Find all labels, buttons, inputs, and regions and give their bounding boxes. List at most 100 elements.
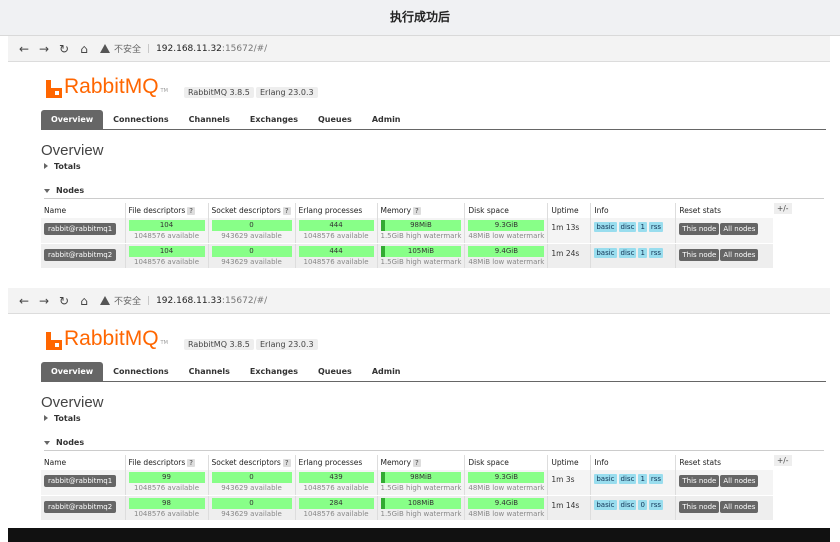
col-uptime: Uptime [547,455,592,470]
col-reset-stats: Reset stats [675,203,773,218]
back-arrow-icon[interactable]: ← [14,294,34,308]
reset-this-node-button[interactable]: This node [679,223,720,235]
overview-heading: Overview [41,394,104,411]
reset-this-node-button[interactable]: This node [679,248,720,261]
reset-this-node-button[interactable]: This node [679,475,720,487]
reset-this-node-button[interactable]: This node [679,500,720,513]
node-link[interactable]: rabbit@rabbitmq1 [44,475,117,487]
main-tabs: Overview Connections Channels Exchanges … [41,362,826,382]
rabbitmq-header: RabbitMQ TM RabbitMQ 3.8.5 Erlang 23.0.3 [8,314,830,362]
node-link[interactable]: rabbit@rabbitmq2 [44,500,117,513]
tab-channels[interactable]: Channels [179,110,240,129]
cell-fd: 104 1048576 available [125,218,209,244]
tab-admin[interactable]: Admin [362,362,411,381]
info-badge: rss [648,247,664,258]
rabbitmq-header: RabbitMQ TM RabbitMQ 3.8.5 Erlang 23.0.3 [8,62,830,110]
info-badge: basic [594,222,617,232]
totals-toggle[interactable]: Totals [44,413,830,425]
fd-bar: 99 [128,472,205,483]
cell-name: rabbit@rabbitmq1 [41,218,126,244]
uptime-value: 1m 13s [551,223,580,232]
sock-available: 943629 available [221,232,282,240]
reset-all-nodes-button[interactable]: All nodes [720,223,759,235]
help-icon[interactable]: ? [187,207,196,215]
col-label: Name [44,206,67,215]
logo-tm: TM [160,88,168,94]
table-row: rabbit@rabbitmq1 104 1048576 available 09… [41,218,773,244]
info-badge: rss [648,474,664,484]
tab-exchanges[interactable]: Exchanges [240,110,308,129]
col-disk-space: Disk space [464,455,549,470]
rabbitmq-logo[interactable]: RabbitMQ TM [46,328,168,350]
tab-overview[interactable]: Overview [41,362,104,381]
forward-arrow-icon[interactable]: → [34,42,54,56]
sock-bar: 0 [211,497,292,509]
mem-edge [380,245,385,257]
tab-queues[interactable]: Queues [308,110,362,129]
erl-available: 1048576 available [303,484,369,492]
column-toggle-button[interactable]: +/- [774,455,792,466]
reset-all-nodes-button[interactable]: All nodes [720,248,759,261]
cell-reset: This node All nodes [675,470,773,496]
col-label: Erlang processes [298,206,363,215]
col-reset-stats: Reset stats [675,455,773,470]
bottom-border [8,528,830,542]
url-field[interactable]: 不安全 | 192.168.11.32:15672/#/ [100,40,267,58]
tab-overview[interactable]: Overview [41,110,104,129]
url-separator: | [147,295,151,306]
cell-mem: 108MiB 1.5GiB high watermark [377,495,466,521]
totals-label: Totals [54,162,81,171]
forward-arrow-icon[interactable]: → [34,294,54,308]
tab-connections[interactable]: Connections [103,362,178,381]
fd-available: 1048576 available [134,232,199,240]
node-link[interactable]: rabbit@rabbitmq1 [44,223,117,235]
collapsed-triangle-icon [44,415,48,421]
uptime-value: 1m 24s [551,248,580,258]
home-icon[interactable]: ⌂ [74,294,94,308]
nodes-toggle[interactable]: Nodes [44,435,824,451]
cell-mem: 105MiB 1.5GiB high watermark [377,243,466,269]
mem-value: 98MiB [410,221,432,229]
back-arrow-icon[interactable]: ← [14,42,34,56]
help-icon[interactable]: ? [282,207,291,215]
reload-icon[interactable]: ↻ [54,294,74,308]
erl-bar: 444 [298,220,374,231]
tab-queues[interactable]: Queues [308,362,362,381]
col-label: Uptime [551,206,579,215]
disk-watermark: 48MiB low watermark [468,257,545,266]
tab-channels[interactable]: Channels [179,362,240,381]
erl-bar: 284 [298,497,374,509]
url-field[interactable]: 不安全 | 192.168.11.33:15672/#/ [100,292,267,310]
tab-connections[interactable]: Connections [103,110,178,129]
home-icon[interactable]: ⌂ [74,42,94,56]
cell-erl: 284 1048576 available [295,495,378,521]
fd-available: 1048576 available [134,509,199,518]
reset-all-nodes-button[interactable]: All nodes [720,500,759,513]
col-label: Socket descriptors [211,206,281,215]
col-label: Disk space [468,458,509,467]
rabbitmq-logo[interactable]: RabbitMQ TM [46,76,168,98]
cell-name: rabbit@rabbitmq1 [41,470,126,496]
url-path: :15672/#/ [221,43,268,54]
tab-admin[interactable]: Admin [362,110,411,129]
info-badge: 1 [638,247,647,258]
help-icon[interactable]: ? [282,459,291,467]
help-icon[interactable]: ? [413,207,421,215]
cell-erl: 444 1048576 available [295,243,378,269]
collapsed-triangle-icon [44,163,48,169]
sock-bar: 0 [211,472,292,483]
logo-text: RabbitMQ [64,75,159,98]
reset-all-nodes-button[interactable]: All nodes [720,475,759,487]
reload-icon[interactable]: ↻ [54,42,74,56]
nodes-toggle[interactable]: Nodes [44,183,824,199]
help-icon[interactable]: ? [187,459,196,467]
cell-disk: 9.4GiB 48MiB low watermark [464,243,549,269]
totals-toggle[interactable]: Totals [44,161,830,173]
column-toggle-button[interactable]: +/- [774,203,792,214]
help-icon[interactable]: ? [413,459,421,467]
tab-exchanges[interactable]: Exchanges [240,362,308,381]
disk-watermark: 48MiB low watermark [468,509,545,518]
mem-bar: 98MiB [380,220,462,231]
node-link[interactable]: rabbit@rabbitmq2 [44,248,117,261]
cell-sock: 0 943629 available [208,495,296,521]
